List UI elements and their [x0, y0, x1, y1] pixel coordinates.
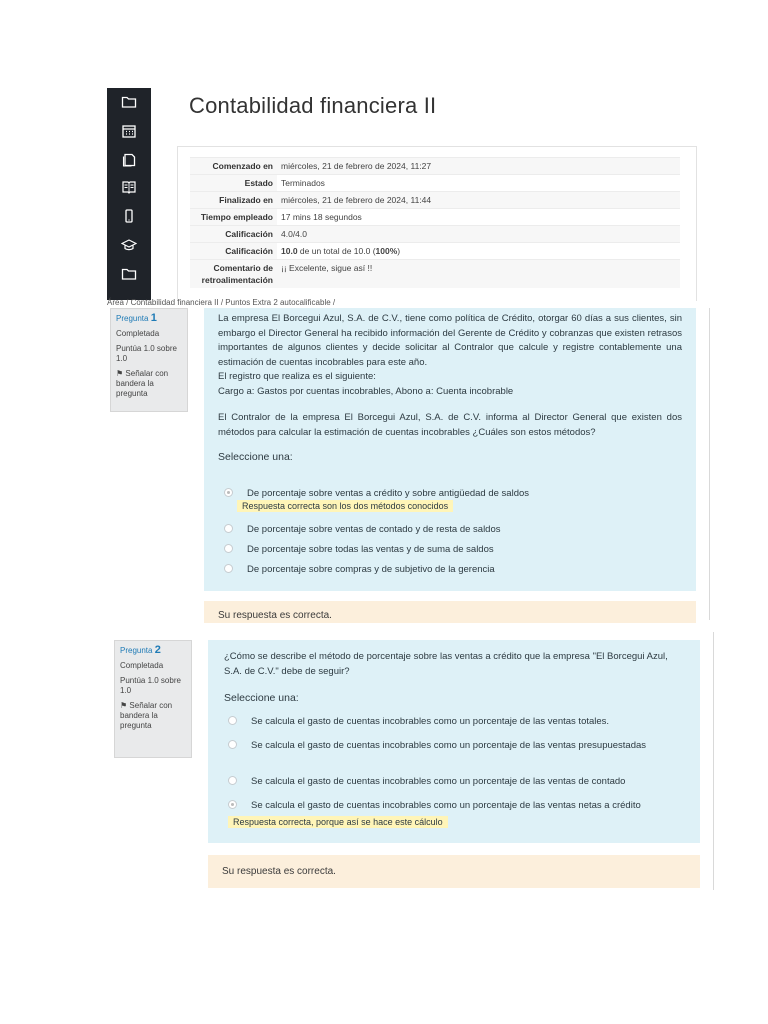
summary-row: Comenzado en miércoles, 21 de febrero de …	[190, 157, 680, 175]
summary-key: Calificación	[190, 242, 277, 260]
correct-answer-note: Respuesta correcta, porque así se hace e…	[228, 816, 448, 828]
option-label: Se calcula el gasto de cuentas incobrabl…	[251, 740, 647, 751]
divider	[713, 632, 714, 890]
option-label: Se calcula el gasto de cuentas incobrabl…	[251, 716, 610, 727]
summary-value: miércoles, 21 de febrero de 2024, 11:27	[277, 157, 680, 175]
folder-icon[interactable]	[121, 267, 137, 281]
summary-value: Terminados	[277, 174, 680, 192]
summary-row: Estado Terminados	[190, 174, 680, 192]
summary-row: Calificación 4.0/4.0	[190, 225, 680, 243]
summary-row: Comentario de retroalimentación ¡¡ Excele…	[190, 259, 680, 288]
radio-button[interactable]	[224, 563, 233, 573]
option-label: De porcentaje sobre ventas a crédito y s…	[247, 488, 530, 499]
correct-answer-note: Respuesta correcta son los dos métodos c…	[237, 500, 454, 512]
attempt-summary-table: Comenzado en miércoles, 21 de febrero de …	[177, 146, 697, 301]
quiz-summary-screenshot: Contabilidad financiera II Comenzado en m…	[107, 88, 705, 301]
flag-label: Señalar con bandera la pregunta	[120, 701, 173, 730]
option-label: Se calcula el gasto de cuentas incobrabl…	[251, 776, 626, 787]
question-2-feedback: Su respuesta es correcta.	[208, 855, 700, 888]
flag-icon: ⚑	[116, 369, 124, 378]
flag-icon: ⚑	[120, 701, 128, 710]
summary-key: Comenzado en	[190, 157, 277, 175]
question-paragraph: ¿Cómo se describe el método de porcentaj…	[224, 651, 668, 677]
book-icon[interactable]	[121, 180, 137, 194]
question-label: Pregunta	[116, 314, 149, 323]
option-label: Se calcula el gasto de cuentas incobrabl…	[251, 800, 641, 811]
question-paragraph: Cargo a: Gastos por cuentas incobrables,…	[218, 385, 514, 397]
radio-button[interactable]	[228, 775, 237, 785]
summary-row: Calificación 10.0 de un total de 10.0 (1…	[190, 242, 680, 260]
grade-percent: 100%	[375, 246, 398, 256]
select-prompt: Seleccione una:	[218, 451, 293, 463]
graduation-cap-icon[interactable]	[121, 238, 137, 252]
flag-question-link[interactable]: ⚑ Señalar con bandera la pregunta	[120, 701, 186, 731]
radio-button[interactable]	[228, 715, 237, 725]
folder-icon[interactable]	[121, 95, 137, 109]
answer-option[interactable]: Se calcula el gasto de cuentas incobrabl…	[228, 715, 610, 727]
select-prompt: Seleccione una:	[224, 692, 299, 704]
option-feedback: Respuesta correcta son los dos métodos c…	[237, 500, 454, 512]
option-label: De porcentaje sobre todas las ventas y d…	[247, 544, 494, 555]
copy-icon[interactable]	[121, 153, 137, 167]
question-1-info: Pregunta 1 Completada Puntúa 1.0 sobre 1…	[110, 308, 188, 412]
summary-row: Finalizado en miércoles, 21 de febrero de…	[190, 191, 680, 209]
answer-option[interactable]: De porcentaje sobre ventas de contado y …	[224, 523, 501, 535]
question-num: 2	[154, 644, 161, 656]
radio-button-selected[interactable]	[224, 487, 233, 497]
summary-key: Comentario de retroalimentación	[190, 259, 277, 288]
radio-button-selected[interactable]	[228, 799, 237, 809]
question-num: 1	[150, 312, 157, 324]
question-state: Completada	[120, 661, 164, 670]
answer-option[interactable]: De porcentaje sobre compras y de subjeti…	[224, 563, 495, 575]
answer-option[interactable]: De porcentaje sobre todas las ventas y d…	[224, 543, 494, 555]
question-state: Completada	[116, 329, 160, 338]
calendar-icon[interactable]	[121, 124, 137, 138]
summary-key: Tiempo empleado	[190, 208, 277, 226]
summary-value: 10.0 de un total de 10.0 (100%)	[277, 242, 680, 260]
grade-close: )	[397, 246, 401, 256]
sidebar	[107, 88, 151, 300]
radio-button[interactable]	[224, 543, 233, 553]
phone-icon[interactable]	[121, 209, 137, 223]
summary-key: Finalizado en	[190, 191, 277, 209]
question-score: Puntúa 1.0 sobre 1.0	[116, 344, 177, 363]
summary-row: Tiempo empleado 17 mins 18 segundos	[190, 208, 680, 226]
grade-value: 10.0	[281, 246, 298, 256]
summary-value: 17 mins 18 segundos	[277, 208, 680, 226]
question-paragraph: El registro que realiza es el siguiente:	[218, 371, 376, 382]
answer-option[interactable]: Se calcula el gasto de cuentas incobrabl…	[228, 775, 626, 787]
summary-key: Estado	[190, 174, 277, 192]
summary-value: 4.0/4.0	[277, 225, 680, 243]
flag-label: Señalar con bandera la pregunta	[116, 369, 169, 398]
question-score: Puntúa 1.0 sobre 1.0	[120, 676, 181, 695]
breadcrumb[interactable]: Área / Contabilidad financiera II / Punt…	[107, 298, 335, 307]
page-title: Contabilidad financiera II	[189, 93, 437, 118]
answer-option[interactable]: Se calcula el gasto de cuentas incobrabl…	[228, 738, 658, 753]
answer-option[interactable]: Se calcula el gasto de cuentas incobrabl…	[228, 797, 678, 831]
summary-key: Calificación	[190, 225, 277, 243]
flag-question-link[interactable]: ⚑ Señalar con bandera la pregunta	[116, 369, 182, 399]
question-paragraph: La empresa El Borcegui Azul, S.A. de C.V…	[218, 313, 682, 368]
question-1-feedback: Su respuesta es correcta.	[204, 601, 696, 623]
question-paragraph: El Contralor de la empresa El Borcegui A…	[218, 412, 682, 438]
radio-button[interactable]	[228, 739, 237, 749]
question-number: Pregunta 2	[120, 645, 186, 656]
question-number: Pregunta 1	[116, 313, 182, 324]
option-label: De porcentaje sobre ventas de contado y …	[247, 524, 501, 535]
grade-total: de un total de 10.0 (	[297, 246, 376, 256]
question-2-info: Pregunta 2 Completada Puntúa 1.0 sobre 1…	[114, 640, 192, 758]
option-label: De porcentaje sobre compras y de subjeti…	[247, 564, 495, 575]
question-label: Pregunta	[120, 646, 153, 655]
radio-button[interactable]	[224, 523, 233, 533]
summary-value: ¡¡ Excelente, sigue así !!	[277, 259, 680, 288]
summary-value: miércoles, 21 de febrero de 2024, 11:44	[277, 191, 680, 209]
answer-option[interactable]: De porcentaje sobre ventas a crédito y s…	[224, 487, 530, 499]
divider	[709, 308, 710, 620]
